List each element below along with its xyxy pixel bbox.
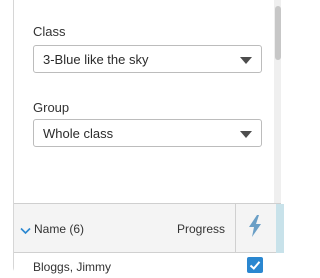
- class-select-value: 3-Blue like the sky: [43, 52, 149, 67]
- scrollbar-thumb[interactable]: [275, 6, 281, 60]
- group-select[interactable]: Whole class: [33, 119, 262, 147]
- row-checkbox[interactable]: [247, 257, 263, 273]
- class-select[interactable]: 3-Blue like the sky: [33, 45, 262, 73]
- caret-down-icon: [240, 57, 252, 64]
- caret-down-icon: [240, 131, 252, 138]
- class-filter-panel: Class 3-Blue like the sky Group Whole cl…: [13, 0, 284, 275]
- lightning-bolt-icon[interactable]: [248, 215, 262, 237]
- group-select-value: Whole class: [43, 126, 114, 141]
- progress-column-header[interactable]: Progress: [177, 222, 225, 236]
- checkmark-icon: [249, 261, 261, 270]
- class-label: Class: [33, 24, 66, 39]
- student-name[interactable]: Bloggs, Jimmy: [33, 260, 111, 274]
- filter-section: Class 3-Blue like the sky Group Whole cl…: [14, 0, 281, 204]
- name-column-header[interactable]: Name (6): [34, 222, 84, 236]
- scrollbar[interactable]: [274, 0, 281, 203]
- group-label: Group: [33, 100, 70, 115]
- chevron-down-icon[interactable]: [20, 227, 31, 235]
